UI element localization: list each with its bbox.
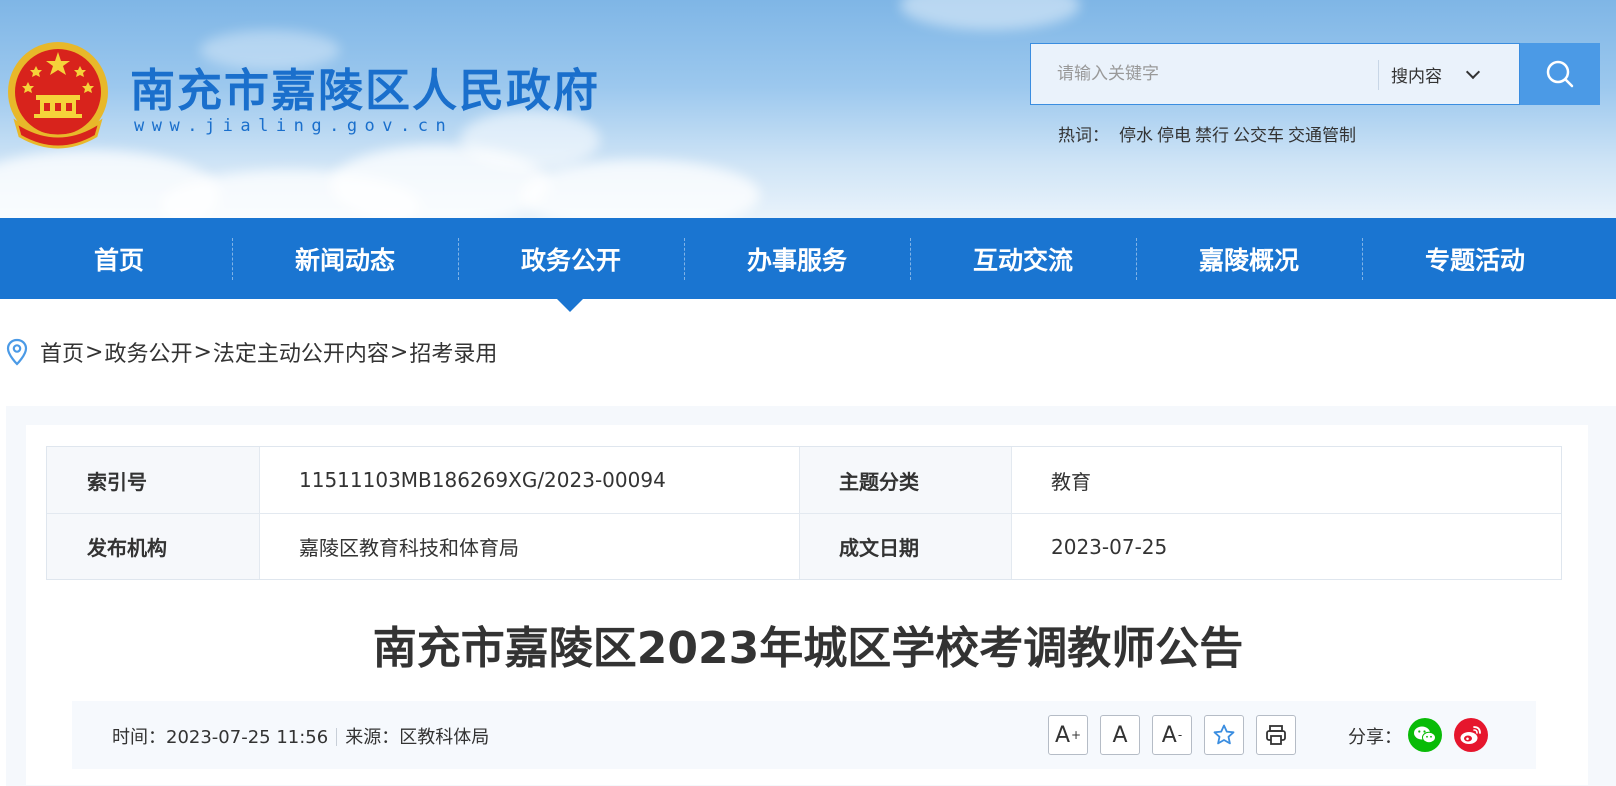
meta-row-divider xyxy=(47,513,1561,514)
chevron-down-icon xyxy=(1465,64,1481,79)
star-icon xyxy=(1213,724,1235,745)
hot-word[interactable]: 停电 xyxy=(1157,126,1191,146)
search-button[interactable] xyxy=(1520,43,1600,105)
meta-column-divider xyxy=(1011,447,1012,579)
font-larger-button[interactable]: A + xyxy=(1048,715,1088,755)
font-smaller-label: A xyxy=(1161,722,1177,748)
search-scope-label: 搜内容 xyxy=(1391,66,1442,87)
breadcrumb-item-statutory[interactable]: 法定主动公开内容 xyxy=(213,336,389,368)
weibo-icon xyxy=(1460,726,1481,744)
minus-sign: - xyxy=(1177,728,1183,742)
hot-word[interactable]: 交通管制 xyxy=(1288,126,1356,146)
meta-date-value: 2023-07-25 xyxy=(1051,534,1168,559)
location-pin-icon xyxy=(6,338,28,366)
breadcrumb-item-gov-affairs[interactable]: 政务公开 xyxy=(104,336,192,368)
nav-item-news[interactable]: 新闻动态 xyxy=(232,218,458,299)
article-meta: 时间：2023-07-25 11:56 来源：区教科体局 xyxy=(112,723,489,749)
article-title: 南充市嘉陵区2023年城区学校考调教师公告 xyxy=(372,623,1244,674)
print-button[interactable] xyxy=(1256,715,1296,755)
meta-org-value: 嘉陵区教育科技和体育局 xyxy=(299,536,519,560)
plus-sign: + xyxy=(1071,728,1082,742)
wechat-icon xyxy=(1414,726,1436,744)
breadcrumb-separator: > xyxy=(389,339,409,365)
printer-icon xyxy=(1266,725,1286,745)
hot-word[interactable]: 停水 xyxy=(1119,126,1153,146)
source-label: 来源： xyxy=(345,727,400,748)
weibo-share-button[interactable] xyxy=(1454,718,1488,752)
font-normal-button[interactable]: A xyxy=(1100,715,1140,755)
document-meta-table: 索引号 11511103MB186269XG/2023-00094 主题分类 教… xyxy=(46,446,1562,580)
font-smaller-button[interactable]: A- xyxy=(1152,715,1192,755)
source-value: 区教科体局 xyxy=(399,727,490,748)
nav-item-interaction[interactable]: 互动交流 xyxy=(910,218,1136,299)
nav-item-gov-affairs[interactable]: 政务公开 xyxy=(458,218,684,299)
site-title[interactable]: 南充市嘉陵区人民政府 xyxy=(130,54,600,119)
meta-org-label: 发布机构 xyxy=(47,514,259,579)
hot-word[interactable]: 公交车 xyxy=(1233,126,1284,146)
breadcrumb-separator: > xyxy=(85,339,104,365)
search-box: 搜内容 xyxy=(1030,43,1520,105)
header-banner: 南充市嘉陵区人民政府 www.jialing.gov.cn xyxy=(0,0,1616,218)
site-url: www.jialing.gov.cn xyxy=(134,116,454,136)
breadcrumb-separator: > xyxy=(193,339,212,365)
breadcrumb-item-home[interactable]: 首页 xyxy=(40,336,84,368)
search-scope-select[interactable]: 搜内容 xyxy=(1391,44,1519,104)
search-divider xyxy=(1378,60,1379,90)
breadcrumb-item-recruitment[interactable]: 招考录用 xyxy=(409,336,497,368)
meta-topic-value: 教育 xyxy=(1051,469,1091,494)
national-emblem-icon[interactable] xyxy=(6,40,110,152)
info-divider xyxy=(336,728,338,746)
article-info-bar: 时间：2023-07-25 11:56 来源：区教科体局 A + A A- 分享： xyxy=(72,701,1536,769)
meta-index-value: 11511103MB186269XG/2023-00094 xyxy=(299,468,666,492)
breadcrumb: 首页 > 政务公开 > 法定主动公开内容 > 招考录用 xyxy=(6,335,497,369)
wechat-share-button[interactable] xyxy=(1408,718,1442,752)
nav-item-special-topics[interactable]: 专题活动 xyxy=(1362,218,1588,299)
meta-index-label: 索引号 xyxy=(47,447,259,513)
font-normal-label: A xyxy=(1112,722,1128,748)
favorite-button[interactable] xyxy=(1204,715,1244,755)
meta-column-divider xyxy=(259,447,260,579)
nav-item-home[interactable]: 首页 xyxy=(6,218,232,299)
meta-date-label: 成文日期 xyxy=(799,514,1011,579)
share-label: 分享： xyxy=(1348,727,1402,748)
meta-topic-label: 主题分类 xyxy=(799,447,1011,513)
font-larger-label: A xyxy=(1054,722,1070,748)
search-input[interactable] xyxy=(1031,44,1378,104)
search-icon xyxy=(1546,60,1574,88)
time-value: 2023-07-25 11:56 xyxy=(166,727,329,748)
main-nav: 首页 新闻动态 政务公开 办事服务 互动交流 嘉陵概况 专题活动 xyxy=(0,218,1616,299)
nav-item-services[interactable]: 办事服务 xyxy=(684,218,910,299)
hot-words-label: 热词： xyxy=(1058,126,1109,146)
time-label: 时间： xyxy=(112,727,166,748)
hot-word[interactable]: 禁行 xyxy=(1195,126,1229,146)
hot-words: 热词： 停水 停电 禁行 公交车 交通管制 xyxy=(1058,121,1360,146)
meta-column-divider xyxy=(799,447,800,579)
nav-item-overview[interactable]: 嘉陵概况 xyxy=(1136,218,1362,299)
active-nav-indicator xyxy=(557,299,583,312)
